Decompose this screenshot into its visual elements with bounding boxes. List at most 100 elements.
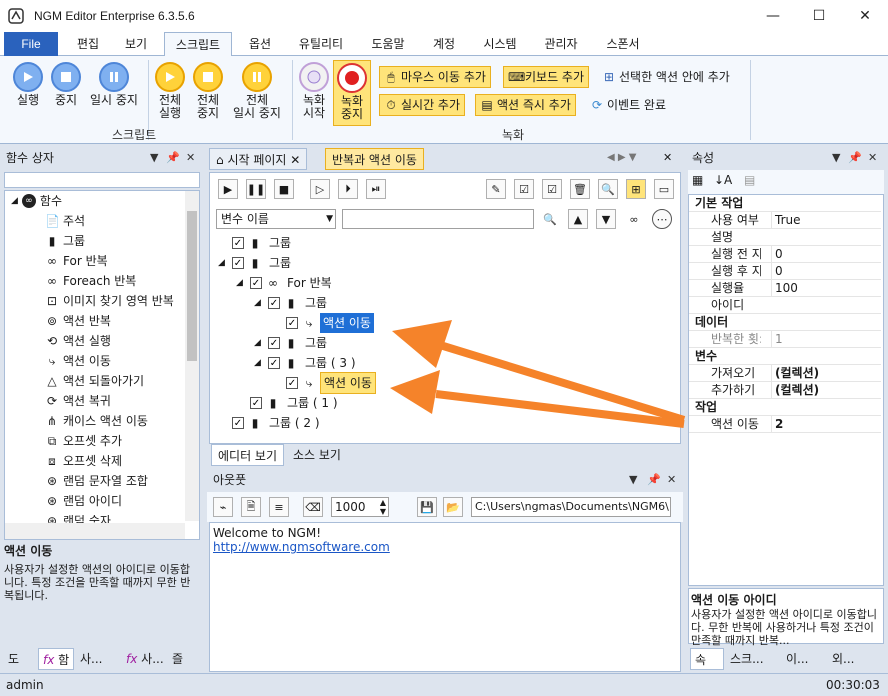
run-button[interactable]: 실행 bbox=[8, 62, 48, 107]
stop-button[interactable]: 중지 bbox=[46, 62, 86, 107]
property-value[interactable]: 100 bbox=[771, 280, 798, 297]
tab-toolbox[interactable]: 도 bbox=[4, 648, 38, 670]
tree-node[interactable]: ✓ ▮ 그룹 ( 2 ) bbox=[218, 413, 323, 433]
property-row[interactable]: 액션 이동 2 bbox=[689, 416, 881, 433]
pause-button[interactable]: 일시 중지 bbox=[84, 62, 144, 107]
property-category[interactable]: 기본 작업 bbox=[689, 195, 881, 212]
tree-node[interactable]: ◢ ✓ ▮ 그룹 bbox=[218, 253, 294, 273]
function-item[interactable]: ⊛ 랜덤 문자열 조합 bbox=[45, 471, 148, 491]
property-row[interactable]: 아이디 bbox=[689, 297, 881, 314]
menu-file[interactable]: File bbox=[4, 32, 58, 56]
menu-edit[interactable]: 편집 bbox=[66, 32, 110, 56]
editor-step-button[interactable]: ▷ bbox=[310, 179, 330, 199]
expand-icon[interactable]: ◢ bbox=[218, 253, 228, 273]
horizontal-scrollbar[interactable] bbox=[5, 523, 185, 539]
function-item[interactable]: ∞ For 반복 bbox=[45, 251, 108, 271]
expand-icon[interactable]: ◢ bbox=[254, 333, 264, 353]
tab-start-page[interactable]: ⌂ 시작 페이지 ✕ bbox=[209, 148, 308, 170]
expand-icon[interactable]: ◢ bbox=[236, 273, 246, 293]
pause-all-button[interactable]: 전체 일시 중지 bbox=[226, 62, 288, 120]
menu-utility[interactable]: 유틸리티 bbox=[290, 32, 352, 56]
record-start-button[interactable]: 녹화 시작 bbox=[296, 62, 332, 120]
add-realtime-button[interactable]: ⏱ 실시간 추가 bbox=[379, 94, 466, 116]
categorized-icon[interactable]: ▦ bbox=[692, 173, 703, 187]
tree-view-icon[interactable]: ⊞ bbox=[626, 179, 646, 199]
variable-select[interactable]: 변수 이름 ▼ bbox=[216, 209, 336, 229]
list-icon[interactable]: ≡ bbox=[269, 497, 289, 517]
pin-icon[interactable]: 📌 bbox=[166, 146, 180, 170]
menu-script[interactable]: 스크립트 bbox=[164, 32, 232, 57]
node-checkbox[interactable]: ✓ bbox=[250, 277, 262, 289]
tree-node[interactable]: ◢ ✓ ▮ 그룹 bbox=[254, 333, 330, 353]
editor-run-from-button[interactable]: ⏯ bbox=[366, 179, 386, 199]
close-icon[interactable]: ✕ bbox=[667, 468, 676, 492]
tab-user[interactable]: 사... bbox=[76, 648, 120, 670]
tree-node[interactable]: ✓ ▮ 그룹 ( 1 ) bbox=[236, 393, 341, 413]
tab-external[interactable]: 외... bbox=[828, 648, 882, 670]
tab-image[interactable]: 이... bbox=[782, 648, 826, 670]
pin-icon[interactable]: 📌 bbox=[848, 146, 862, 170]
function-item[interactable]: ⟳ 액션 복귀 bbox=[45, 391, 111, 411]
dropdown-icon[interactable]: ▼ bbox=[832, 146, 840, 170]
website-link[interactable]: http://www.ngmsoftware.com bbox=[213, 540, 677, 554]
node-checkbox[interactable]: ✓ bbox=[268, 337, 280, 349]
add-keyboard-button[interactable]: ⌨ 키보드 추가 bbox=[503, 66, 590, 88]
menu-admin[interactable]: 관리자 bbox=[534, 32, 588, 56]
function-item[interactable]: ⋔ 캐이스 액션 이동 bbox=[45, 411, 148, 431]
function-root[interactable]: ◢ ∞ 함수 bbox=[11, 191, 62, 211]
node-checkbox[interactable]: ✓ bbox=[286, 377, 298, 389]
dropdown-icon[interactable]: ▼ bbox=[150, 146, 158, 170]
tree-node[interactable]: ◢ ✓ ▮ 그룹 bbox=[254, 293, 330, 313]
search-icon[interactable]: 🔍 bbox=[598, 179, 618, 199]
tree-node[interactable]: ◢ ✓ ∞ For 반복 bbox=[236, 273, 335, 293]
monitor-icon[interactable]: ▭ bbox=[654, 179, 674, 199]
add-in-selected-button[interactable]: ⊞ 선택한 액션 안에 추가 bbox=[598, 66, 734, 88]
function-item[interactable]: ⤷ 액션 이동 bbox=[45, 351, 111, 371]
property-pages-icon[interactable]: ▤ bbox=[744, 173, 755, 187]
tab-scroll-icon[interactable]: ◀ ▶ ▼ bbox=[607, 152, 636, 163]
more-icon[interactable]: ⋯ bbox=[652, 209, 672, 229]
record-stop-button[interactable]: 녹화 중지 bbox=[333, 60, 371, 126]
add-mouse-move-button[interactable]: 🖱 마우스 이동 추가 bbox=[379, 66, 491, 88]
menu-sponsor[interactable]: 스폰서 bbox=[596, 32, 650, 56]
tab-editor-view[interactable]: 에디터 보기 bbox=[211, 444, 285, 466]
tab-properties[interactable]: 속 bbox=[690, 648, 724, 670]
tree-node[interactable]: ◢ ✓ ▮ 그룹 ( 3 ) bbox=[254, 353, 359, 373]
property-row[interactable]: 사용 여부 True bbox=[689, 212, 881, 229]
close-icon[interactable]: ✕ bbox=[868, 146, 877, 170]
property-value[interactable]: (컬렉션) bbox=[771, 365, 819, 382]
broom-icon[interactable]: ⌁ bbox=[213, 497, 233, 517]
editor-run-selected-button[interactable]: ⏵ bbox=[338, 179, 358, 199]
function-item[interactable]: ⊚ 액션 반복 bbox=[45, 311, 111, 331]
dropdown-icon[interactable]: ▼ bbox=[629, 468, 637, 492]
editor-pause-button[interactable]: ❚❚ bbox=[246, 179, 266, 199]
node-checkbox[interactable]: ✓ bbox=[268, 297, 280, 309]
editor-play-button[interactable]: ▶ bbox=[218, 179, 238, 199]
edit-icon[interactable]: ✎ bbox=[486, 179, 506, 199]
function-search-input[interactable] bbox=[4, 172, 200, 188]
property-value[interactable]: 0 bbox=[771, 246, 783, 263]
property-category[interactable]: 작업 bbox=[689, 399, 881, 416]
property-row[interactable]: 설명 bbox=[689, 229, 881, 246]
eraser-icon[interactable]: ⌫ bbox=[303, 497, 323, 517]
menu-help[interactable]: 도움말 bbox=[362, 32, 414, 56]
node-checkbox[interactable]: ✓ bbox=[232, 237, 244, 249]
function-item[interactable]: ⊛ 랜덤 아이디 bbox=[45, 491, 122, 511]
property-category[interactable]: 데이터 bbox=[689, 314, 881, 331]
tree-node[interactable]: ✓ ▮ 그룹 bbox=[218, 233, 294, 253]
function-item[interactable]: ⧈ 오프셋 삭제 bbox=[45, 451, 122, 471]
minimize-button[interactable]: — bbox=[750, 0, 796, 32]
function-item[interactable]: △ 액션 되돌아가기 bbox=[45, 371, 144, 391]
node-checkbox[interactable]: ✓ bbox=[250, 397, 262, 409]
function-item[interactable]: ⧉ 오프셋 추가 bbox=[45, 431, 122, 451]
function-item[interactable]: ∞ Foreach 반복 bbox=[45, 271, 136, 291]
property-row[interactable]: 가져오기 (컬렉션) bbox=[689, 365, 881, 382]
property-value[interactable]: 0 bbox=[771, 263, 783, 280]
tab-favorites[interactable]: 즐 bbox=[168, 648, 202, 670]
function-item[interactable]: 📄 주석 bbox=[45, 211, 85, 231]
expand-icon[interactable]: ◢ bbox=[254, 293, 264, 313]
pin-icon[interactable]: 📌 bbox=[647, 468, 661, 492]
save-icon[interactable]: 💾 bbox=[417, 497, 437, 517]
move-down-icon[interactable]: ▼ bbox=[596, 209, 616, 229]
menu-account[interactable]: 계정 bbox=[422, 32, 466, 56]
